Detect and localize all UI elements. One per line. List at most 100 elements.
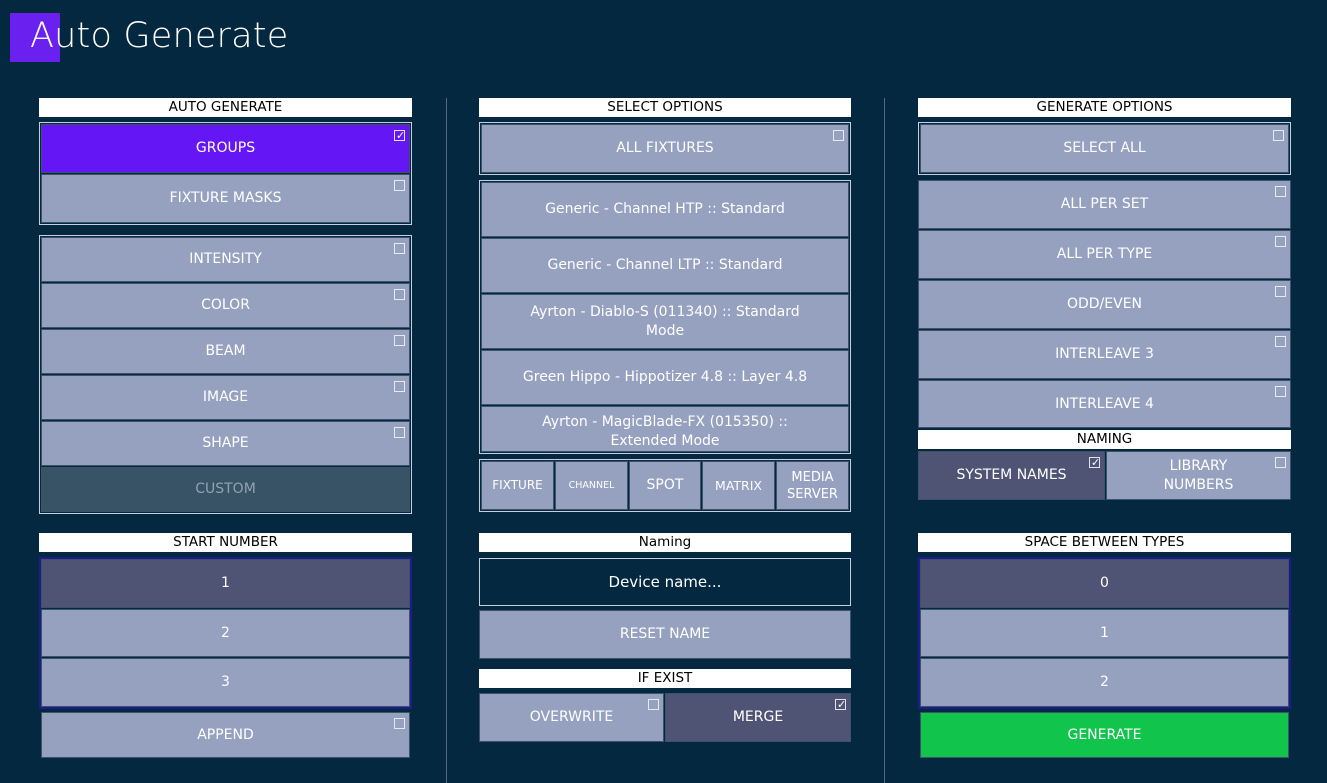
column-divider [884,98,885,783]
space-option[interactable]: 0 [920,559,1289,608]
groups-label: GROUPS [195,140,256,156]
fixture-label: Green Hippo - Hippotizer 4.8 :: Layer 4.… [522,369,808,385]
shape-button[interactable]: SHAPE [41,421,410,466]
filter-label: MEDIA SERVER [787,469,838,502]
custom-button: CUSTOM [41,467,410,512]
space-option-label: 0 [1100,575,1109,591]
fixture-label: Generic - Channel HTP :: Standard [545,201,785,217]
fixture-masks-label: FIXTURE MASKS [169,190,282,206]
color-button[interactable]: COLOR [41,283,410,328]
select-options-header: SELECT OPTIONS [479,98,851,117]
start-number-header: START NUMBER [39,533,412,552]
fixture-list-item[interactable]: Ayrton - MagicBlade-FX (015350) :: Exten… [481,406,849,452]
groups-button[interactable]: GROUPS [41,124,410,173]
interleave-4-button[interactable]: INTERLEAVE 4 [918,380,1291,428]
overwrite-button[interactable]: OVERWRITE [479,693,664,742]
all-per-type-button[interactable]: ALL PER TYPE [918,230,1291,279]
append-label: APPEND [197,726,254,743]
space-option-label: 1 [1100,624,1109,641]
shape-checkbox[interactable] [394,427,405,438]
beam-checkbox[interactable] [394,335,405,346]
fixture-masks-checkbox[interactable] [394,180,405,191]
interleave-3-button[interactable]: INTERLEAVE 3 [918,330,1291,379]
interleave-4-checkbox[interactable] [1275,386,1286,397]
image-checkbox[interactable] [394,381,405,392]
image-button[interactable]: IMAGE [41,375,410,420]
all-fixtures-checkbox[interactable] [833,130,844,141]
system-names-checkbox[interactable] [1089,453,1100,472]
merge-button[interactable]: MERGE [665,693,851,742]
start-number-option[interactable]: 2 [41,609,410,657]
all-per-set-button[interactable]: ALL PER SET [918,180,1291,229]
color-checkbox[interactable] [394,289,405,300]
filter-fixture-button[interactable]: FIXTURE [481,461,554,510]
all-fixtures-label: ALL FIXTURES [616,140,714,156]
system-names-label: SYSTEM NAMES [956,467,1067,483]
space-between-types-header: SPACE BETWEEN TYPES [918,533,1291,552]
filter-label: FIXTURE [492,478,543,492]
merge-checkbox[interactable] [835,695,846,714]
odd-even-checkbox[interactable] [1275,286,1286,297]
interleave-3-checkbox[interactable] [1275,336,1286,347]
append-checkbox[interactable] [394,718,405,729]
system-names-button[interactable]: SYSTEM NAMES [918,451,1105,500]
library-numbers-button[interactable]: LIBRARY NUMBERS [1106,451,1291,500]
filter-media-server-button[interactable]: MEDIA SERVER [776,461,849,510]
option-label: INTERLEAVE 4 [1055,395,1154,412]
append-button[interactable]: APPEND [41,712,410,758]
all-per-set-checkbox[interactable] [1275,186,1286,197]
all-per-type-checkbox[interactable] [1275,236,1286,247]
option-label: INTERLEAVE 3 [1055,346,1154,362]
select-all-label: SELECT ALL [1063,140,1146,156]
select-all-button[interactable]: SELECT ALL [920,124,1289,173]
overwrite-checkbox[interactable] [648,699,659,710]
fixture-list-item[interactable]: Green Hippo - Hippotizer 4.8 :: Layer 4.… [481,350,849,405]
generate-button[interactable]: GENERATE [920,712,1289,758]
filter-label: MATRIX [715,478,762,493]
custom-label: CUSTOM [195,481,256,497]
merge-label: MERGE [732,709,784,725]
image-label: IMAGE [202,389,249,405]
device-name-input[interactable]: Device name... [479,558,851,606]
fixture-list-item[interactable]: Generic - Channel HTP :: Standard [481,182,849,237]
auto-generate-header: AUTO GENERATE [39,98,412,117]
odd-even-button[interactable]: ODD/EVEN [918,280,1291,329]
fixture-label: Ayrton - MagicBlade-FX (015350) :: Exten… [542,414,788,449]
intensity-checkbox[interactable] [394,243,405,254]
reset-name-button[interactable]: RESET NAME [479,610,851,659]
start-number-option-label: 2 [221,624,230,641]
device-name-placeholder: Device name... [608,573,722,591]
column-divider [446,98,447,783]
fixture-label: Ayrton - Diablo-S (011340) :: Standard M… [530,303,800,339]
space-option[interactable]: 2 [920,658,1289,707]
space-option-label: 2 [1100,674,1109,690]
beam-button[interactable]: BEAM [41,329,410,374]
intensity-label: INTENSITY [189,251,262,267]
option-label: ODD/EVEN [1066,296,1143,312]
start-number-option[interactable]: 1 [41,559,410,608]
option-label: ALL PER SET [1060,196,1149,212]
fixture-list-item[interactable]: Generic - Channel LTP :: Standard [481,238,849,293]
select-all-checkbox[interactable] [1273,130,1284,141]
generate-options-header: GENERATE OPTIONS [918,98,1291,117]
color-label: COLOR [201,297,250,313]
library-numbers-label: LIBRARY NUMBERS [1163,457,1234,493]
reset-name-label: RESET NAME [619,626,711,642]
option-label: ALL PER TYPE [1056,246,1153,262]
intensity-button[interactable]: INTENSITY [41,237,410,282]
all-fixtures-button[interactable]: ALL FIXTURES [481,124,849,173]
groups-checkbox[interactable] [394,126,405,145]
generate-label: GENERATE [1067,726,1142,743]
library-numbers-checkbox[interactable] [1275,457,1286,468]
filter-channel-button[interactable]: CHANNEL [555,461,628,510]
filter-matrix-button[interactable]: MATRIX [702,461,775,510]
filter-label: CHANNEL [568,480,615,491]
start-number-option[interactable]: 3 [41,658,410,707]
if-exist-header: IF EXIST [479,669,851,688]
space-option[interactable]: 1 [920,609,1289,657]
filter-spot-button[interactable]: SPOT [629,461,701,510]
fixture-masks-button[interactable]: FIXTURE MASKS [41,174,410,223]
fixture-list-item[interactable]: Ayrton - Diablo-S (011340) :: Standard M… [481,294,849,349]
page-title: Auto Generate [30,16,289,56]
overwrite-label: OVERWRITE [529,709,614,725]
